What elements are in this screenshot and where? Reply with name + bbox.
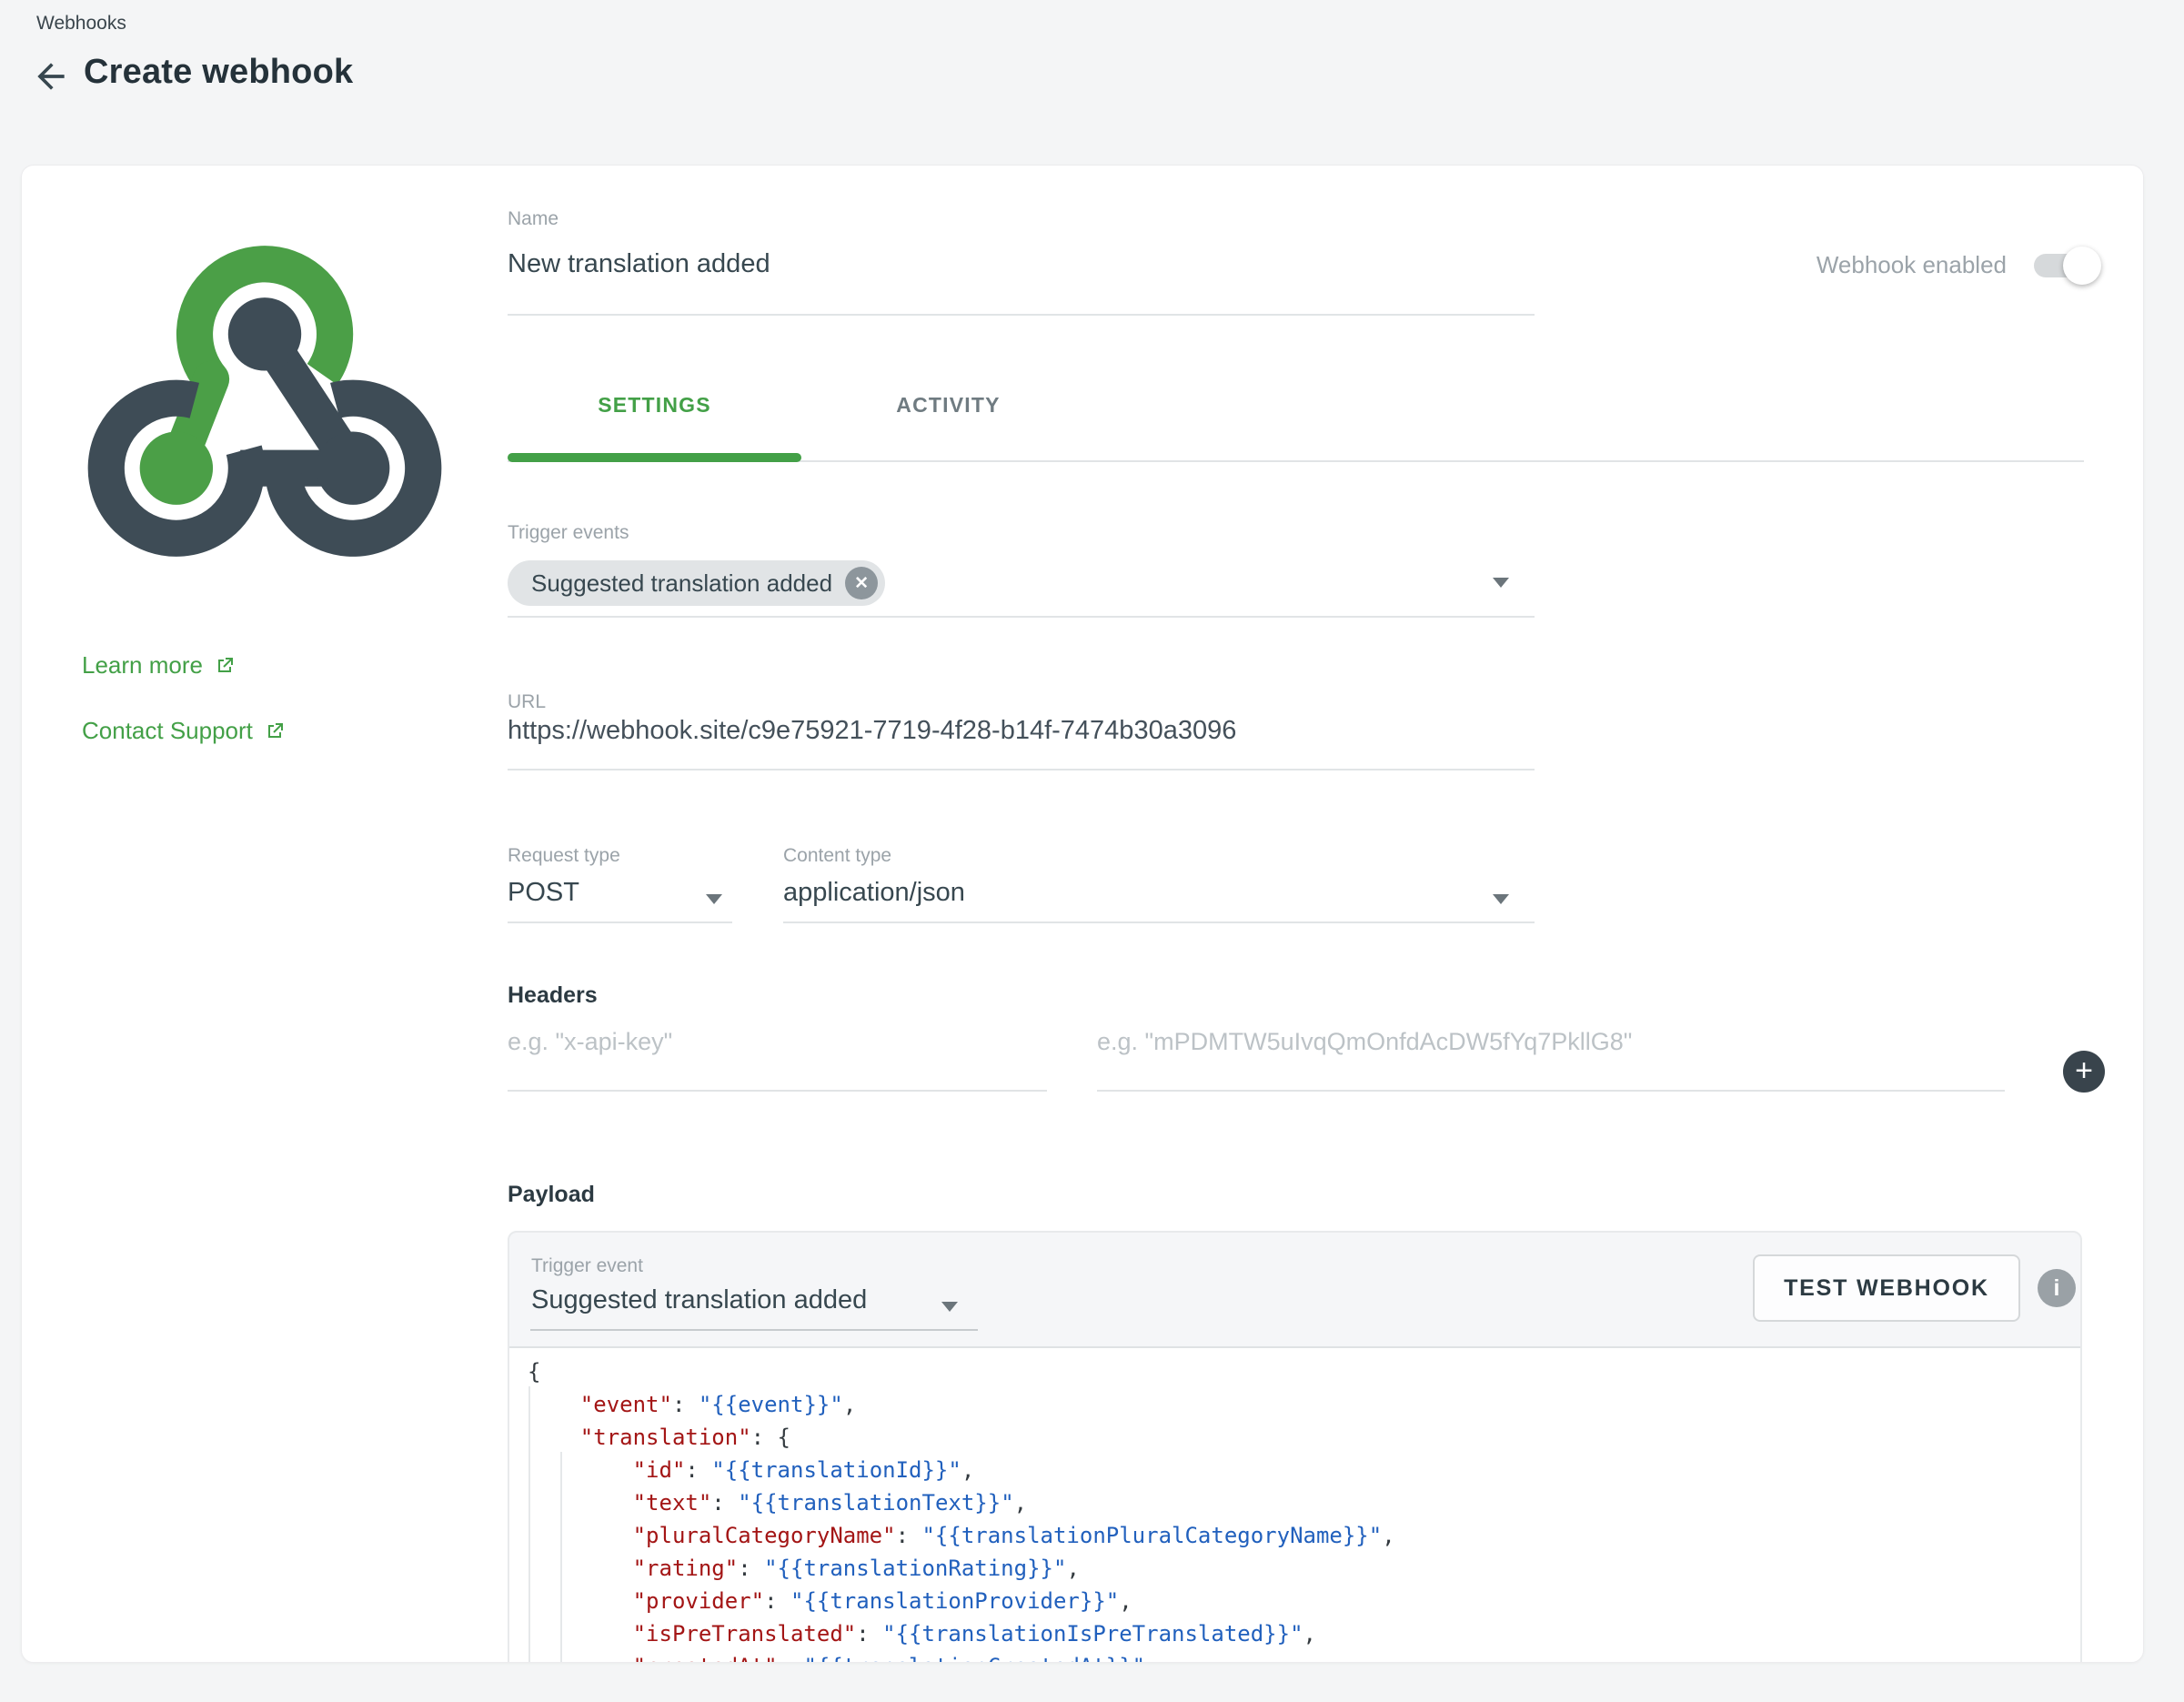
trigger-events-underline [508, 616, 1535, 618]
url-input[interactable] [508, 716, 1526, 746]
header-value-underline [1097, 1090, 2005, 1092]
payload-trigger-event-label: Trigger event [531, 1255, 643, 1277]
contact-support-label: Contact Support [82, 717, 253, 745]
payload-title: Payload [508, 1182, 595, 1208]
trigger-event-chip[interactable]: Suggested translation added ✕ [508, 560, 885, 606]
payload-code-editor[interactable]: { "event": "{{event}}", "translation": {… [509, 1346, 2080, 1663]
header-value-input[interactable] [1097, 1028, 2002, 1056]
breadcrumb[interactable]: Webhooks [36, 13, 126, 35]
toggle-knob [2063, 247, 2101, 285]
webhook-enabled-label: Webhook enabled [1568, 251, 2007, 279]
content-type-underline [783, 921, 1535, 923]
test-webhook-button[interactable]: TEST WEBHOOK [1753, 1254, 2020, 1322]
header-key-input[interactable] [508, 1028, 1044, 1056]
payload-panel: Trigger event Suggested translation adde… [508, 1231, 2082, 1663]
content-type-select[interactable]: application/json [783, 878, 965, 908]
open-in-new-icon [264, 720, 286, 742]
page-title: Create webhook [84, 53, 353, 92]
payload-trigger-event-underline [530, 1329, 978, 1331]
chip-remove-button[interactable]: ✕ [845, 567, 878, 599]
request-type-select[interactable]: POST [508, 878, 579, 908]
arrow-back-icon [31, 56, 71, 96]
contact-support-link[interactable]: Contact Support [82, 717, 286, 745]
add-header-button[interactable]: + [2063, 1051, 2105, 1093]
learn-more-label: Learn more [82, 651, 203, 680]
webhook-logo [82, 237, 448, 566]
content-type-caret[interactable] [1493, 894, 1509, 904]
headers-title: Headers [508, 982, 598, 1009]
open-in-new-icon [214, 655, 236, 677]
webhook-card: Learn more Contact Support Name Webhook … [21, 165, 2144, 1663]
request-type-underline [508, 921, 732, 923]
payload-trigger-event-select[interactable]: Suggested translation added [531, 1285, 867, 1315]
back-arrow-button[interactable] [31, 56, 71, 96]
active-tab-indicator [508, 453, 801, 462]
request-type-label: Request type [508, 845, 620, 867]
content-type-label: Content type [783, 845, 891, 867]
chip-label: Suggested translation added [531, 569, 832, 598]
header-key-underline [508, 1090, 1047, 1092]
code-block: { "event": "{{event}}", "translation": {… [528, 1355, 2080, 1663]
payload-trigger-event-caret[interactable] [941, 1302, 958, 1312]
name-input[interactable] [508, 249, 1526, 279]
url-underline [508, 769, 1535, 770]
webhook-enabled-toggle[interactable] [2034, 254, 2092, 277]
request-type-caret[interactable] [706, 894, 722, 904]
url-label: URL [508, 691, 546, 713]
tab-settings[interactable]: SETTINGS [508, 393, 801, 418]
trigger-events-label: Trigger events [508, 522, 629, 544]
info-icon[interactable]: i [2038, 1269, 2076, 1307]
name-underline [508, 314, 1535, 316]
learn-more-link[interactable]: Learn more [82, 651, 236, 680]
trigger-events-dropdown-caret[interactable] [1493, 578, 1509, 588]
name-label: Name [508, 208, 559, 230]
tab-activity[interactable]: ACTIVITY [801, 393, 1095, 418]
